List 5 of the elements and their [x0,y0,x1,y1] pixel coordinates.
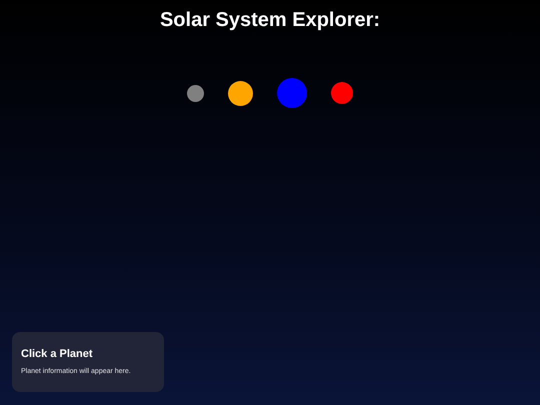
planet-button[interactable] [187,84,204,102]
page-title: Solar System Explorer: [160,9,380,32]
planet-button[interactable] [228,80,253,106]
info-heading: Click a Planet [21,348,94,360]
planet-button[interactable] [331,82,353,104]
